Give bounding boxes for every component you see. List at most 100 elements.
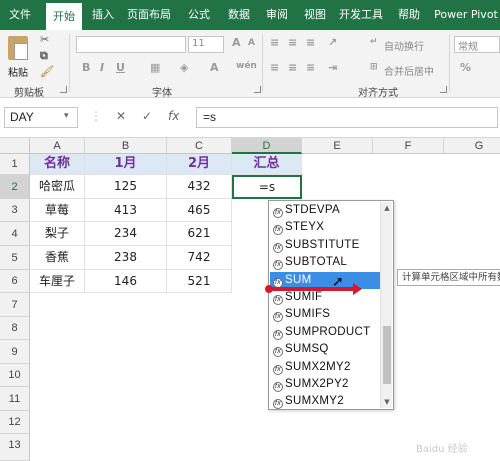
function-autocomplete-list[interactable]: fx STDEVPA fx STEYX fx SUBSTITUTE fx SUBTOTA… <box>268 200 394 410</box>
clipboard-launcher-icon[interactable] <box>60 86 67 93</box>
column-header-a[interactable]: A <box>30 138 85 154</box>
table-cell[interactable]: 146 <box>85 270 167 293</box>
row-header[interactable]: 5 <box>0 246 30 270</box>
align-bottom-icon[interactable]: ≡ <box>306 36 315 49</box>
function-option[interactable]: fx SUMX2MY2 <box>270 359 380 376</box>
number-format-select[interactable]: 常规 <box>454 36 500 53</box>
column-header-d[interactable]: D <box>232 138 302 154</box>
format-painter-icon[interactable]: 🖌 <box>40 65 54 78</box>
table-cell[interactable]: 125 <box>85 175 167 199</box>
active-cell-d2[interactable]: =s <box>232 175 302 199</box>
align-middle-icon[interactable]: ≡ <box>288 36 297 49</box>
select-all-corner[interactable] <box>0 138 30 154</box>
function-option[interactable]: fx SUMPRODUCT <box>270 324 380 341</box>
function-option[interactable]: fx SUMSQ <box>270 341 380 358</box>
row-header[interactable]: 4 <box>0 222 30 246</box>
orientation-icon[interactable]: ↗ <box>328 36 337 49</box>
function-option[interactable]: fx SUMXMY2 <box>270 393 380 410</box>
row-header[interactable]: 10 <box>0 364 30 387</box>
font-launcher-icon[interactable] <box>254 86 261 93</box>
font-size-select[interactable]: 11 <box>188 36 224 53</box>
table-header-jan[interactable]: 1月 <box>85 154 167 175</box>
tab-home[interactable]: 开始 <box>46 3 82 30</box>
row-header[interactable]: 12 <box>0 411 30 434</box>
table-cell[interactable]: 742 <box>167 246 232 270</box>
table-header-name[interactable]: 名称 <box>30 154 85 175</box>
paste-icon[interactable] <box>8 36 28 60</box>
row-header[interactable]: 11 <box>0 387 30 411</box>
insert-function-icon[interactable]: fx <box>168 109 179 123</box>
tab-power-pivot[interactable]: Power Pivot <box>432 0 500 30</box>
row-header[interactable]: 7 <box>0 293 30 317</box>
row-header[interactable]: 1 <box>0 154 30 175</box>
table-cell[interactable]: 465 <box>167 199 232 222</box>
increase-font-icon[interactable]: A <box>232 36 241 49</box>
bold-button[interactable]: B <box>82 61 90 74</box>
formula-input[interactable]: =s <box>196 107 498 128</box>
underline-button[interactable]: U <box>116 61 125 74</box>
paste-button[interactable]: 粘贴 <box>8 64 28 79</box>
decrease-font-icon[interactable]: A <box>248 38 255 48</box>
function-option[interactable]: fx SUBSTITUTE <box>270 237 380 254</box>
row-header[interactable]: 8 <box>0 317 30 340</box>
row-header[interactable]: 2 <box>0 175 30 199</box>
tab-page-layout[interactable]: 页面布局 <box>124 0 174 30</box>
table-cell[interactable]: 432 <box>167 175 232 199</box>
tab-file[interactable]: 文件 <box>0 0 40 30</box>
enter-icon[interactable]: ✓ <box>142 109 152 123</box>
function-option[interactable]: fx SUMIFS <box>270 306 380 323</box>
tab-developer[interactable]: 开发工具 <box>336 0 386 30</box>
scroll-up-icon[interactable]: ▲ <box>382 203 392 213</box>
column-header-c[interactable]: C <box>167 138 232 154</box>
align-center-icon[interactable]: ≡ <box>288 61 297 74</box>
italic-button[interactable]: I <box>100 61 104 74</box>
column-header-f[interactable]: F <box>373 138 444 154</box>
table-cell[interactable]: 梨子 <box>30 222 85 246</box>
wrap-text-button[interactable]: 自动换行 <box>384 38 424 53</box>
tab-data[interactable]: 数据 <box>222 0 256 30</box>
table-cell[interactable]: 车厘子 <box>30 270 85 293</box>
name-box-dropdown-icon[interactable]: ▾ <box>64 111 69 121</box>
table-cell[interactable]: 草莓 <box>30 199 85 222</box>
column-header-g[interactable]: G <box>444 138 500 154</box>
merge-center-button[interactable]: 合并后居中 <box>384 63 434 78</box>
tab-review[interactable]: 审阅 <box>260 0 294 30</box>
table-cell[interactable]: 413 <box>85 199 167 222</box>
indent-icon[interactable]: ⇥ <box>328 61 337 74</box>
function-option[interactable]: fx SUMX2PY2 <box>270 376 380 393</box>
tab-view[interactable]: 视图 <box>298 0 332 30</box>
align-top-icon[interactable]: ≡ <box>270 36 279 49</box>
table-cell[interactable]: 238 <box>85 246 167 270</box>
tab-insert[interactable]: 插入 <box>86 0 120 30</box>
function-option[interactable]: fx SUBTOTAL <box>270 254 380 271</box>
border-icon[interactable]: ▦ <box>150 61 160 74</box>
function-option[interactable]: fx STEYX <box>270 219 380 236</box>
column-header-b[interactable]: B <box>85 138 167 154</box>
tab-help[interactable]: 帮助 <box>392 0 426 30</box>
table-cell[interactable]: 哈密瓜 <box>30 175 85 199</box>
dropdown-scrollbar[interactable]: ▲ ▼ <box>380 202 392 408</box>
row-header[interactable]: 9 <box>0 340 30 364</box>
column-header-e[interactable]: E <box>302 138 373 154</box>
font-family-select[interactable] <box>76 36 186 53</box>
table-header-total[interactable]: 汇总 <box>232 154 302 175</box>
scroll-down-icon[interactable]: ▼ <box>382 397 392 407</box>
row-header[interactable]: 6 <box>0 270 30 293</box>
row-header[interactable]: 13 <box>0 434 30 461</box>
cut-icon[interactable]: ✂ <box>40 33 49 46</box>
table-header-feb[interactable]: 2月 <box>167 154 232 175</box>
function-option[interactable]: fx STDEVPA <box>270 202 380 219</box>
function-option[interactable]: fx SUMIF <box>270 289 380 306</box>
fill-color-icon[interactable]: ◈ <box>180 61 188 74</box>
table-cell[interactable]: 621 <box>167 222 232 246</box>
copy-icon[interactable]: ⧉ <box>40 49 48 63</box>
row-header[interactable]: 3 <box>0 199 30 222</box>
font-color-icon[interactable]: A <box>210 61 219 74</box>
table-cell[interactable]: 234 <box>85 222 167 246</box>
table-cell[interactable]: 香蕉 <box>30 246 85 270</box>
table-cell[interactable]: 521 <box>167 270 232 293</box>
align-left-icon[interactable]: ≡ <box>270 61 279 74</box>
align-right-icon[interactable]: ≡ <box>306 61 315 74</box>
cancel-icon[interactable]: ✕ <box>116 109 126 123</box>
alignment-launcher-icon[interactable] <box>440 86 447 93</box>
